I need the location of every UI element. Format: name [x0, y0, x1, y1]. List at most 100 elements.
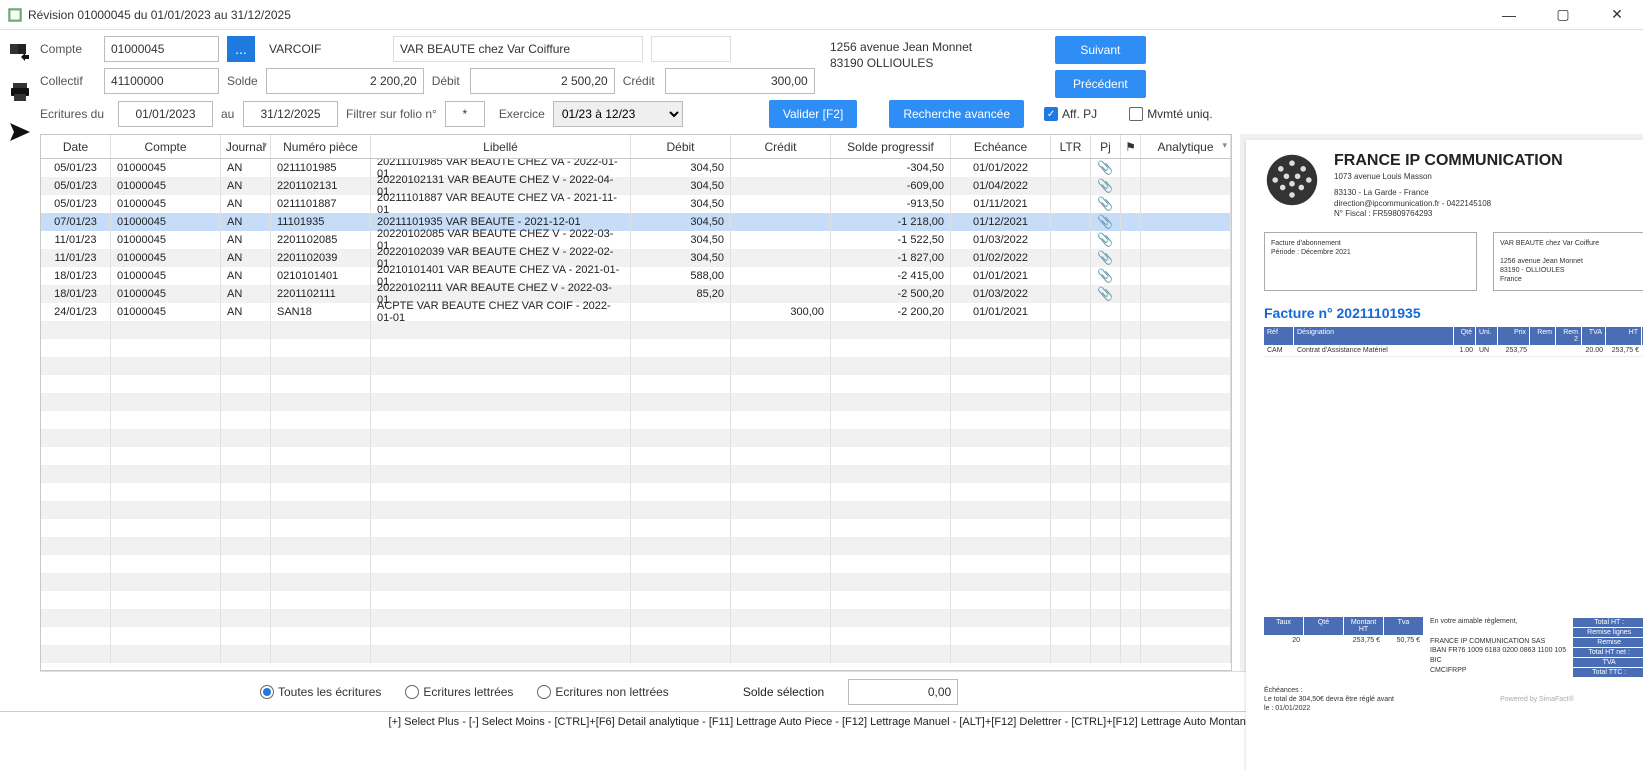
col-pj[interactable]: Pj	[1091, 135, 1121, 158]
document-preview[interactable]: FRANCE IP COMMUNICATION 1073 avenue Loui…	[1246, 140, 1643, 770]
doc-box-right: VAR BEAUTE chez Var Coiffure 1256 avenue…	[1493, 232, 1643, 291]
col-solde[interactable]: Solde progressif	[831, 135, 951, 158]
mvmte-checkbox[interactable]: Mvmté uniq.	[1129, 107, 1212, 121]
filter-icon[interactable]: ▾	[262, 140, 267, 151]
table-row[interactable]	[41, 591, 1231, 609]
table-row[interactable]	[41, 555, 1231, 573]
header-row-3: Ecritures du au Filtrer sur folio n° Exe…	[40, 100, 1643, 128]
folio-input[interactable]	[445, 101, 485, 127]
table-row[interactable]: 18/01/2301000045AN220110211120220102111 …	[41, 285, 1231, 303]
date-to-input[interactable]	[243, 101, 338, 127]
solde-label: Solde	[227, 74, 258, 88]
collectif-input[interactable]	[104, 68, 219, 94]
attachment-icon[interactable]: 📎	[1097, 178, 1113, 194]
tax-table: TauxQtéMontant HTTva 20253,75 €50,75 €	[1264, 617, 1424, 678]
status-text: [+] Select Plus - [-] Select Moins - [CT…	[389, 716, 1255, 728]
table-row[interactable]: 07/01/2301000045AN1110193520211101935 VA…	[41, 213, 1231, 231]
attachment-icon[interactable]: 📎	[1097, 286, 1113, 302]
table-row[interactable]	[41, 537, 1231, 555]
compte-lookup-button[interactable]: ...	[227, 36, 255, 62]
table-row[interactable]	[41, 357, 1231, 375]
mvmte-label: Mvmté uniq.	[1147, 107, 1212, 121]
attachment-icon[interactable]: 📎	[1097, 214, 1113, 230]
send-icon[interactable]	[6, 118, 34, 146]
table-row[interactable]	[41, 627, 1231, 645]
suivant-button[interactable]: Suivant	[1055, 36, 1146, 64]
table-row[interactable]	[41, 465, 1231, 483]
col-date[interactable]: Date	[41, 135, 111, 158]
doc-line4: N° Fiscal : FR59809764293	[1334, 209, 1563, 219]
aff-pj-label: Aff. PJ	[1062, 107, 1097, 121]
debit-label: Débit	[432, 74, 462, 88]
radio-toutes[interactable]: Toutes les écritures	[260, 685, 381, 699]
col-credit[interactable]: Crédit	[731, 135, 831, 158]
col-compte[interactable]: Compte	[111, 135, 221, 158]
address-block: 1256 avenue Jean Monnet 83190 OLLIOULES	[830, 40, 972, 71]
table-row[interactable]	[41, 519, 1231, 537]
col-libelle[interactable]: Libellé	[371, 135, 631, 158]
name-field	[393, 36, 643, 62]
table-row[interactable]: 05/01/2301000045AN220110213120220102131 …	[41, 177, 1231, 195]
compte-input[interactable]	[104, 36, 219, 62]
col-ltr[interactable]: LTR	[1051, 135, 1091, 158]
uncheck-icon	[1129, 107, 1143, 121]
aff-pj-checkbox[interactable]: ✓ Aff. PJ	[1044, 107, 1097, 121]
table-row[interactable]	[41, 447, 1231, 465]
table-row[interactable]	[41, 645, 1231, 663]
col-piece[interactable]: Numéro pièce	[271, 135, 371, 158]
valider-button[interactable]: Valider [F2]	[769, 100, 857, 128]
doc-table-header: RéfDésignationQtéUni.PrixRemRem 2TVAHT	[1264, 327, 1643, 345]
extra-field	[651, 36, 731, 62]
table-row[interactable]	[41, 483, 1231, 501]
maximize-button[interactable]: ▢	[1551, 3, 1575, 27]
table-row[interactable]: 05/01/2301000045AN021110188720211101887 …	[41, 195, 1231, 213]
doc-footnote: Échéances : Le total de 304,50€ devra êt…	[1264, 686, 1643, 713]
doc-table-row: CAMContrat d'Assistance Matériel1.00UN25…	[1264, 345, 1643, 357]
code-field	[263, 36, 385, 62]
col-debit[interactable]: Débit	[631, 135, 731, 158]
debit-field	[470, 68, 615, 94]
table-row[interactable]	[41, 339, 1231, 357]
attachment-icon[interactable]: 📎	[1097, 196, 1113, 212]
collectif-label: Collectif	[40, 74, 96, 88]
table-row[interactable]	[41, 393, 1231, 411]
filter-icon[interactable]: ▾	[1222, 140, 1227, 151]
export-icon[interactable]	[6, 38, 34, 66]
col-analytique[interactable]: Analytique▾	[1141, 135, 1231, 158]
attachment-icon[interactable]: 📎	[1097, 232, 1113, 248]
recherche-button[interactable]: Recherche avancée	[889, 100, 1024, 128]
precedent-button[interactable]: Précédent	[1055, 70, 1146, 98]
doc-line3: direction@ipcommunication.fr - 042214510…	[1334, 199, 1563, 209]
titlebar-left: Révision 01000045 du 01/01/2023 au 31/12…	[8, 8, 291, 22]
grid-body[interactable]: 05/01/2301000045AN021110198520211101985 …	[41, 159, 1231, 670]
table-row[interactable]	[41, 609, 1231, 627]
col-flag[interactable]: ⚑	[1121, 135, 1141, 158]
table-row[interactable]	[41, 429, 1231, 447]
date-from-input[interactable]	[118, 101, 213, 127]
radio-icon	[405, 685, 419, 699]
table-row[interactable]: 11/01/2301000045AN220110208520220102085 …	[41, 231, 1231, 249]
close-button[interactable]: ✕	[1605, 3, 1629, 27]
radio-lettrees[interactable]: Ecritures lettrées	[405, 685, 513, 699]
minimize-button[interactable]: —	[1497, 3, 1521, 27]
table-row[interactable]	[41, 501, 1231, 519]
table-row[interactable]	[41, 411, 1231, 429]
table-row[interactable]: 11/01/2301000045AN220110203920220102039 …	[41, 249, 1231, 267]
radio-nonlettrees[interactable]: Ecritures non lettrées	[537, 685, 668, 699]
table-row[interactable]	[41, 321, 1231, 339]
titlebar: Révision 01000045 du 01/01/2023 au 31/12…	[0, 0, 1643, 30]
exercice-select[interactable]: 01/23 à 12/23	[553, 101, 683, 127]
doc-company: FRANCE IP COMMUNICATION	[1334, 152, 1563, 170]
attachment-icon[interactable]: 📎	[1097, 250, 1113, 266]
table-row[interactable]: 24/01/2301000045ANSAN18ACPTE VAR BEAUTE …	[41, 303, 1231, 321]
table-row[interactable]	[41, 573, 1231, 591]
table-row[interactable]: 05/01/2301000045AN021110198520211101985 …	[41, 159, 1231, 177]
attachment-icon[interactable]: 📎	[1097, 268, 1113, 284]
attachment-icon[interactable]: 📎	[1097, 160, 1113, 176]
table-row[interactable]: 18/01/2301000045AN021010140120210101401 …	[41, 267, 1231, 285]
col-echeance[interactable]: Echéance	[951, 135, 1051, 158]
left-sidebar	[0, 30, 40, 711]
col-journal[interactable]: Journal▾	[221, 135, 271, 158]
table-row[interactable]	[41, 375, 1231, 393]
print-icon[interactable]	[6, 78, 34, 106]
